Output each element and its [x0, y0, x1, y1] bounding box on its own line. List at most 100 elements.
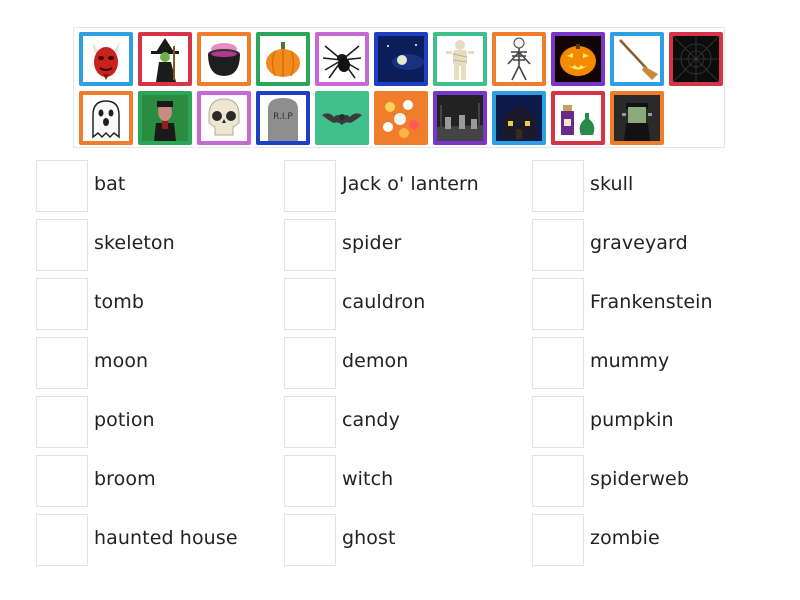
match-item: Frankenstein [532, 278, 782, 332]
image-tile[interactable] [138, 32, 192, 86]
match-item: Jack o' lantern [284, 160, 534, 214]
image-tile[interactable] [138, 91, 192, 145]
word-label: broom [94, 468, 156, 490]
word-label: Frankenstein [590, 291, 713, 313]
frankenstein-icon [614, 95, 660, 141]
drop-slot[interactable] [36, 455, 88, 507]
match-item: spiderweb [532, 455, 782, 509]
match-item: pumpkin [532, 396, 782, 450]
drop-slot[interactable] [284, 160, 336, 212]
drop-slot[interactable] [36, 396, 88, 448]
drop-slot[interactable] [532, 396, 584, 448]
drop-slot[interactable] [532, 219, 584, 271]
image-tile[interactable] [197, 91, 251, 145]
spiderweb-icon [673, 36, 719, 82]
drop-slot[interactable] [284, 219, 336, 271]
match-item: skeleton [36, 219, 286, 273]
skull-icon [201, 95, 247, 141]
pumpkin-icon [260, 36, 306, 82]
drop-slot[interactable] [532, 514, 584, 566]
word-label: demon [342, 350, 409, 372]
drop-slot[interactable] [284, 278, 336, 330]
image-tile[interactable] [79, 32, 133, 86]
word-label: haunted house [94, 527, 238, 549]
image-tile[interactable] [315, 32, 369, 86]
svg-text:R.I.P: R.I.P [273, 112, 293, 122]
jack-o-lantern-icon [555, 36, 601, 82]
match-item: potion [36, 396, 286, 450]
drop-slot[interactable] [532, 455, 584, 507]
image-tile[interactable] [79, 91, 133, 145]
image-tile[interactable] [669, 32, 723, 86]
match-item: bat [36, 160, 286, 214]
word-label: tomb [94, 291, 145, 313]
word-label: zombie [590, 527, 660, 549]
image-tile-tray: R.I.P [73, 27, 725, 148]
drop-slot[interactable] [36, 337, 88, 389]
broom-icon [614, 36, 660, 82]
zombie-icon [142, 95, 188, 141]
image-tile[interactable] [433, 91, 487, 145]
image-tile[interactable] [374, 32, 428, 86]
drop-slot[interactable] [36, 278, 88, 330]
word-label: potion [94, 409, 155, 431]
match-item: witch [284, 455, 534, 509]
match-item: zombie [532, 514, 782, 568]
match-item: candy [284, 396, 534, 450]
candy-icon [378, 95, 424, 141]
word-label: pumpkin [590, 409, 674, 431]
mummy-icon [437, 36, 483, 82]
image-tile[interactable] [551, 91, 605, 145]
image-tile[interactable] [197, 32, 251, 86]
match-item: graveyard [532, 219, 782, 273]
graveyard-icon [437, 95, 483, 141]
potion-icon [555, 95, 601, 141]
image-tile[interactable]: R.I.P [256, 91, 310, 145]
image-tile[interactable] [315, 91, 369, 145]
devil-mask-icon [83, 36, 129, 82]
match-item: tomb [36, 278, 286, 332]
ghost-icon [83, 95, 129, 141]
skeleton-icon [496, 36, 542, 82]
image-tile[interactable] [610, 32, 664, 86]
word-label: mummy [590, 350, 670, 372]
word-label: skull [590, 173, 634, 195]
match-item: spider [284, 219, 534, 273]
match-item: moon [36, 337, 286, 391]
drop-slot[interactable] [532, 337, 584, 389]
word-label: graveyard [590, 232, 688, 254]
drop-slot[interactable] [532, 278, 584, 330]
drop-slot[interactable] [284, 455, 336, 507]
word-label: spider [342, 232, 402, 254]
match-item: mummy [532, 337, 782, 391]
image-tile[interactable] [492, 91, 546, 145]
tombstone-icon: R.I.P [260, 95, 306, 141]
match-item: cauldron [284, 278, 534, 332]
drop-slot[interactable] [36, 514, 88, 566]
drop-slot[interactable] [36, 160, 88, 212]
word-label: moon [94, 350, 149, 372]
match-item: skull [532, 160, 782, 214]
haunted-house-icon [496, 95, 542, 141]
drop-slot[interactable] [532, 160, 584, 212]
drop-slot[interactable] [284, 396, 336, 448]
match-item: broom [36, 455, 286, 509]
match-item: demon [284, 337, 534, 391]
word-label: candy [342, 409, 400, 431]
drop-slot[interactable] [284, 337, 336, 389]
drop-slot[interactable] [284, 514, 336, 566]
word-label: witch [342, 468, 394, 490]
drop-slot[interactable] [36, 219, 88, 271]
image-tile[interactable] [256, 32, 310, 86]
word-label: spiderweb [590, 468, 689, 490]
image-tile[interactable] [610, 91, 664, 145]
word-label: skeleton [94, 232, 175, 254]
word-label: Jack o' lantern [342, 173, 479, 195]
image-tile[interactable] [374, 91, 428, 145]
spider-icon [319, 36, 365, 82]
witch-icon [142, 36, 188, 82]
image-tile[interactable] [551, 32, 605, 86]
image-tile[interactable] [492, 32, 546, 86]
image-tile[interactable] [433, 32, 487, 86]
word-label: ghost [342, 527, 396, 549]
